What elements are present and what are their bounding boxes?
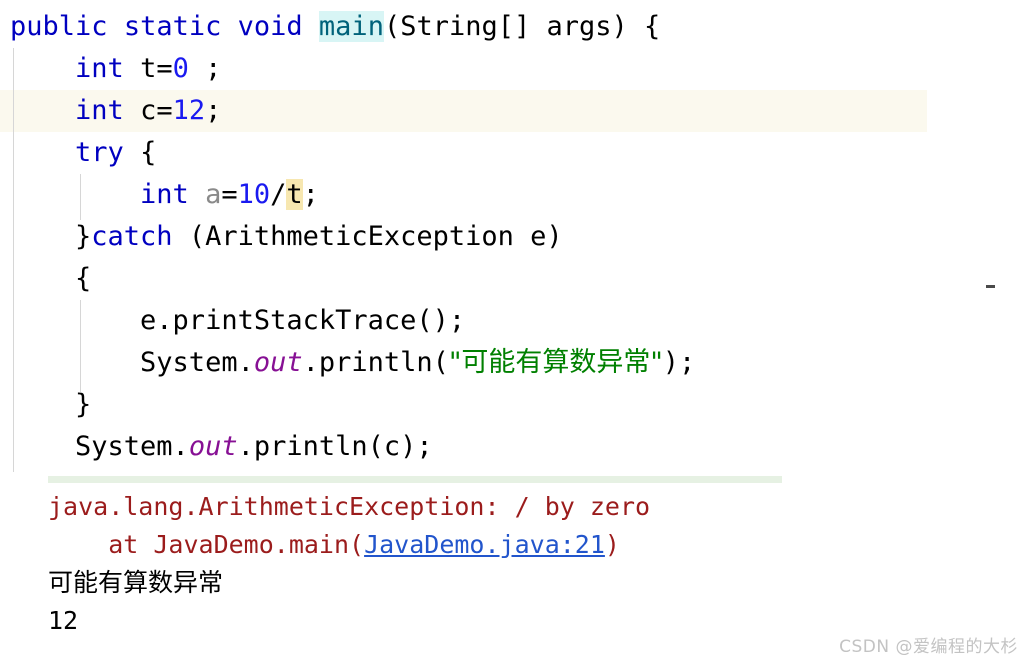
code-token: System. (10, 347, 254, 378)
code-token: 0 (172, 53, 189, 84)
console-line: at JavaDemo.main(JavaDemo.java:21) (48, 526, 620, 564)
code-token: System. (10, 431, 189, 462)
console-token: java.lang.ArithmeticException: / by zero (48, 492, 651, 521)
code-token: ; (205, 95, 222, 126)
code-token: try (75, 137, 124, 168)
code-line[interactable]: e.printStackTrace(); (10, 300, 465, 342)
code-token: = (221, 179, 238, 210)
code-editor-pane[interactable]: public static void main(String[] args) {… (0, 0, 1030, 472)
code-token: { (123, 137, 157, 168)
code-line[interactable]: int t=0 ; (10, 48, 221, 90)
console-token: at JavaDemo.main( (48, 530, 365, 559)
console-line: 可能有算数异常 (48, 564, 223, 602)
code-token: c= (123, 95, 173, 126)
code-token: 12 (172, 95, 206, 126)
code-token: t (286, 179, 303, 210)
code-token: main (318, 11, 384, 42)
code-token: void (237, 11, 303, 42)
code-token: .println( (302, 347, 449, 378)
code-token: .println(c); (237, 431, 433, 462)
stacktrace-source-link[interactable]: JavaDemo.java:21 (364, 530, 605, 559)
code-token: { (10, 263, 92, 294)
code-token: ; (188, 53, 222, 84)
code-line[interactable]: public static void main(String[] args) { (10, 6, 660, 48)
code-token: int (140, 179, 189, 210)
code-token: out (253, 347, 303, 378)
code-token: } (10, 389, 92, 420)
code-line[interactable]: System.out.println(c); (10, 426, 433, 468)
code-line[interactable]: { (10, 258, 91, 300)
code-token: ); (662, 347, 696, 378)
console-token: ) (604, 530, 620, 559)
code-token: } (10, 221, 92, 252)
code-token: "可能有算数异常" (448, 347, 663, 378)
code-token: static (123, 11, 222, 42)
code-token: int (75, 95, 124, 126)
code-line[interactable]: System.out.println("可能有算数异常"); (10, 342, 695, 384)
stray-mark (986, 285, 995, 288)
code-token: (ArithmeticException e) (172, 221, 563, 252)
console-token: 12 (48, 606, 79, 635)
code-line[interactable]: int a=10/t; (10, 174, 319, 216)
console-line: 12 (48, 602, 78, 640)
code-token: / (270, 179, 287, 210)
console-token: 可能有算数异常 (48, 568, 224, 597)
code-token: a (205, 179, 222, 210)
code-token: public (10, 11, 108, 42)
code-token: out (188, 431, 238, 462)
code-line[interactable]: } (10, 384, 91, 426)
console-divider (48, 476, 782, 483)
code-line[interactable]: int c=12; (10, 90, 221, 132)
console-line: java.lang.ArithmeticException: / by zero (48, 488, 650, 526)
code-token: int (75, 53, 124, 84)
code-token: t= (123, 53, 173, 84)
code-line[interactable]: }catch (ArithmeticException e) (10, 216, 563, 258)
code-line[interactable]: try { (10, 132, 156, 174)
code-token: ; (302, 179, 319, 210)
code-token: (String[] args) { (383, 11, 661, 42)
code-token: e.printStackTrace(); (10, 305, 466, 336)
code-token: catch (91, 221, 173, 252)
code-token: 10 (237, 179, 271, 210)
csdn-watermark: CSDN @爱编程的大杉 (839, 637, 1018, 657)
